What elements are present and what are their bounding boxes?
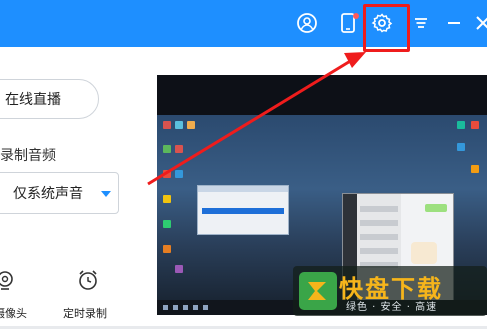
desktop-shortcut	[163, 145, 171, 153]
desktop-shortcut	[163, 170, 171, 178]
desktop-shortcut	[163, 220, 171, 228]
desktop-shortcut	[175, 145, 183, 153]
desktop-shortcut	[457, 121, 465, 129]
captured-dialog	[197, 185, 289, 235]
user-icon[interactable]	[296, 12, 318, 34]
desktop-shortcut	[187, 121, 195, 129]
desktop-shortcut	[457, 143, 465, 151]
alarm-clock-icon	[79, 270, 97, 290]
desktop-shortcut	[175, 170, 183, 178]
webcam-tool[interactable]: 摄像头	[0, 269, 27, 320]
desktop-shortcut	[163, 245, 171, 253]
record-audio-label: 录制音频	[0, 148, 56, 164]
desktop-shortcut	[175, 265, 183, 273]
notification-dot	[353, 13, 359, 19]
webcam-icon	[0, 271, 13, 290]
scheduled-record-tool[interactable]: 定时录制	[63, 269, 107, 320]
desktop-shortcut	[471, 121, 479, 129]
scheduled-record-label: 定时录制	[63, 307, 107, 320]
chevron-down-icon	[101, 191, 111, 197]
desktop-shortcut	[163, 195, 171, 203]
audio-source-value: 仅系统声音	[13, 186, 83, 202]
desktop-shortcut	[175, 121, 183, 129]
title-bar	[0, 0, 487, 47]
desktop-shortcut	[471, 165, 479, 173]
audio-source-select[interactable]: 仅系统声音	[0, 172, 119, 214]
live-stream-button[interactable]: 在线直播	[0, 79, 99, 119]
webcam-label: 摄像头	[0, 307, 27, 320]
desktop-shortcut	[163, 121, 171, 129]
settings-highlight-box	[363, 4, 410, 52]
kuaipan-logo-icon	[299, 272, 337, 310]
kuaipan-watermark: 快盘下载 绿色 · 安全 · 高速	[293, 266, 487, 316]
menu-icon[interactable]	[410, 12, 432, 34]
watermark-slogan: 绿色 · 安全 · 高速	[346, 302, 438, 313]
close-icon[interactable]	[472, 12, 487, 34]
minimize-icon[interactable]	[443, 12, 465, 34]
